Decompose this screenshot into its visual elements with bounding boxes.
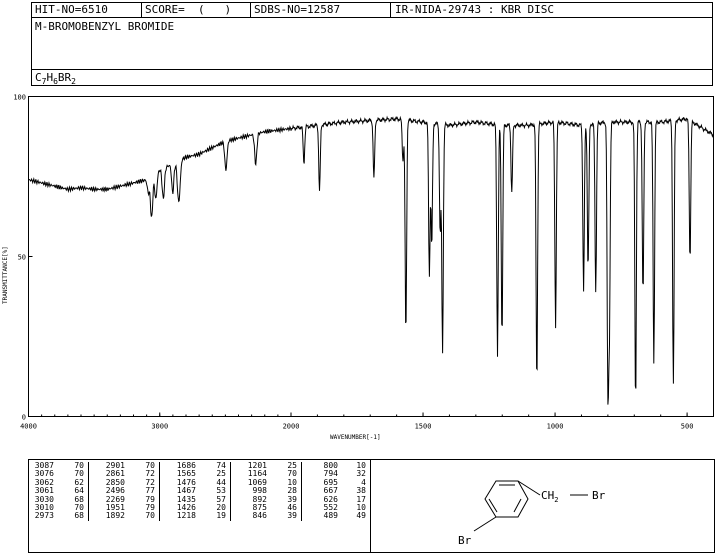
peak-transmittance-cell: 70: [125, 512, 160, 521]
x-axis-label: WAVENUMBER[-1]: [330, 434, 381, 441]
spectrum-line: [28, 115, 714, 405]
structure-drawing: CH2 Br Br: [458, 480, 606, 547]
ir-spectrum-chart: 100500 4000 3000 2000 1500 1000 500 WAVENUMBE…: [2, 94, 714, 441]
peak-wavenumber-cell: 1892: [105, 511, 125, 521]
ring-to-br-bond: [473, 516, 497, 532]
x-tick-label: 1500: [415, 423, 432, 431]
x-tick-label: 1000: [547, 423, 564, 431]
benzene-ring: [484, 480, 529, 518]
peak-transmittance-cell: 39: [267, 512, 302, 521]
peak-transmittance-cell: 49: [356, 511, 366, 521]
x-tick-label: 3000: [151, 423, 168, 431]
y-tick-label: 50: [18, 254, 26, 262]
ring-double-bond-2: [513, 498, 522, 513]
peak-table: 3087 70 2901 70 1686 74 1201 25 800 10 3076 70 2861 7…: [30, 461, 370, 521]
y-axis-label: TRANSMITTANCE[%]: [2, 246, 9, 304]
peak-table-row: 2973 68 1892 70 1218 19 846 39 489 49: [30, 511, 370, 521]
ring-to-ch2-bond: [517, 480, 541, 496]
ring-double-bond-3: [488, 498, 498, 513]
peak-wavenumber-cell: 489: [323, 511, 338, 521]
br-label-ring: Br: [458, 534, 472, 547]
br-label-substituent: Br: [592, 489, 606, 502]
peak-wavenumber-cell: 1218: [176, 511, 196, 521]
peak-wavenumber-cell: 2973: [34, 511, 54, 521]
x-tick-label: 500: [681, 423, 694, 431]
peak-wavenumber-cell: 846: [252, 511, 267, 521]
x-tick-label: 2000: [283, 423, 300, 431]
y-tick-label: 0: [22, 414, 26, 422]
y-tick-label: 100: [13, 94, 26, 102]
x-tick-label: 4000: [20, 423, 37, 431]
ch2-label: CH2: [541, 489, 558, 504]
peak-transmittance-cell: 19: [196, 512, 231, 521]
peak-transmittance-cell: 68: [54, 512, 89, 521]
